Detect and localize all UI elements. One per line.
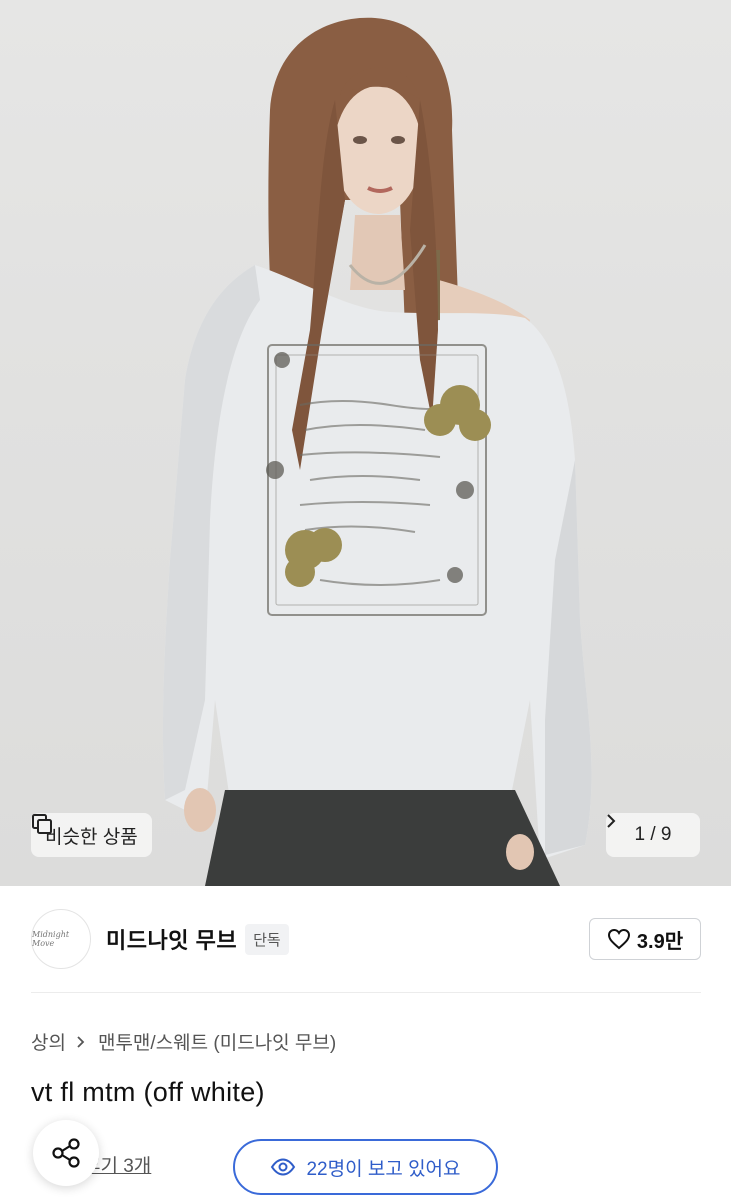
image-counter-button[interactable]: 1 / 9 bbox=[606, 813, 700, 857]
product-title: vt fl mtm (off white) bbox=[31, 1077, 265, 1107]
breadcrumb-item-category[interactable]: 맨투맨/스웨트 (미드나잇 무브) bbox=[98, 1028, 336, 1055]
image-counter: 1 / 9 bbox=[634, 824, 672, 845]
chevron-right-icon bbox=[76, 1034, 88, 1050]
shop-logo[interactable]: Midnight Move bbox=[31, 909, 91, 969]
share-icon bbox=[52, 1138, 80, 1168]
breadcrumb-item-top[interactable]: 상의 bbox=[31, 1028, 66, 1055]
like-count: 3.9만 bbox=[636, 930, 684, 953]
breadcrumb: 상의 맨투맨/스웨트 (미드나잇 무브) bbox=[31, 1028, 336, 1055]
shop-name[interactable]: 미드나잇 무브 bbox=[106, 923, 237, 955]
eye-icon bbox=[271, 1158, 296, 1176]
similar-items-icon bbox=[32, 814, 52, 834]
product-photo-illustration bbox=[162, 17, 592, 886]
viewers-indicator[interactable]: 22명이 보고 있어요 bbox=[233, 1139, 498, 1195]
shop-row[interactable]: Midnight Move 미드나잇 무브 단독 3.9만 bbox=[31, 907, 701, 971]
viewers-text: 22명이 보고 있어요 bbox=[306, 1158, 461, 1180]
heart-icon bbox=[607, 928, 630, 950]
shop-logo-text: Midnight Move bbox=[32, 930, 70, 948]
divider bbox=[31, 992, 701, 993]
similar-items-button[interactable]: 비슷한 상품 bbox=[31, 813, 152, 857]
like-button[interactable]: 3.9만 bbox=[589, 918, 701, 960]
similar-items-label: 비슷한 상품 bbox=[45, 826, 138, 848]
share-button[interactable] bbox=[33, 1120, 99, 1186]
exclusive-badge: 단독 bbox=[245, 923, 289, 955]
product-image[interactable]: 비슷한 상품 1 / 9 bbox=[0, 0, 731, 886]
chevron-right-icon bbox=[607, 814, 616, 828]
